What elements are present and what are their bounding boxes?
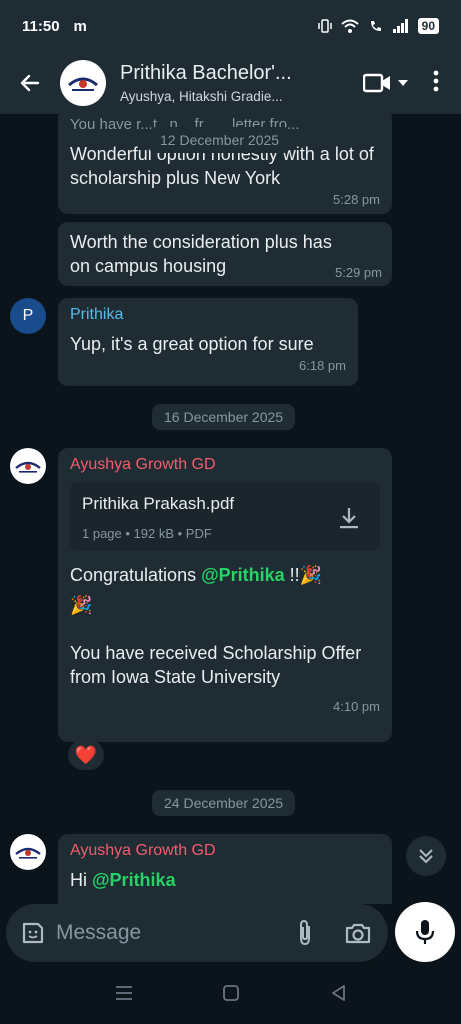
message-reaction[interactable]: ❤️ <box>68 740 104 770</box>
carrier-indicator: m <box>73 17 87 35</box>
group-avatar[interactable] <box>60 60 106 106</box>
back-arrow-icon <box>20 74 40 92</box>
sticker-icon <box>22 922 44 944</box>
system-back-button[interactable] <box>329 983 347 1008</box>
message-text: Hi @Prithika <box>70 868 380 892</box>
message-input-pill[interactable] <box>6 904 388 962</box>
back-button[interactable] <box>0 71 60 95</box>
status-bar: 11:50 m 90 <box>0 0 461 52</box>
dropdown-icon <box>398 80 408 86</box>
sender-avatar[interactable]: P <box>10 298 46 334</box>
sender-avatar[interactable] <box>10 448 46 484</box>
home-icon <box>223 984 240 1001</box>
mention-link[interactable]: @Prithika <box>201 565 285 585</box>
message-text-body: You have received Scholarship Offer from… <box>70 643 362 687</box>
wifi-calling-icon <box>370 21 381 31</box>
group-title: Prithika Bachelor'... <box>120 62 292 84</box>
message-time: 5:29 pm <box>335 265 382 280</box>
document-name: Prithika Prakash.pdf <box>82 494 235 513</box>
sender-logo-icon <box>15 461 41 473</box>
video-call-button[interactable] <box>347 73 425 93</box>
video-call-icon <box>363 73 390 93</box>
attach-icon <box>300 919 310 946</box>
voice-message-button[interactable] <box>395 902 455 962</box>
download-icon <box>340 507 358 528</box>
mic-icon <box>415 920 435 944</box>
header-text[interactable]: Prithika Bachelor'... Ayushya, Hitakshi … <box>120 62 347 104</box>
more-options-icon <box>433 70 439 91</box>
sender-name[interactable]: Ayushya Growth GD <box>70 456 380 474</box>
message-text-prefix: Congratulations <box>70 565 202 585</box>
camera-button[interactable] <box>344 921 372 945</box>
date-divider: 24 December 2025 <box>152 790 296 816</box>
group-members: Ayushya, Hitakshi Gradie... <box>120 89 283 104</box>
message-text-suffix: !!🎉 <box>284 565 323 585</box>
camera-icon <box>345 923 371 944</box>
message-text-prefix: Hi <box>70 870 92 890</box>
message-text: Worth the consideration plus has on camp… <box>70 232 332 276</box>
document-meta: 1 page • 192 kB • PDF <box>82 526 212 541</box>
chat-header: Prithika Bachelor'... Ayushya, Hitakshi … <box>0 52 461 114</box>
message-text: Yup, it's a great option for sure <box>70 334 314 354</box>
scroll-to-bottom-button[interactable] <box>406 836 446 876</box>
message-bubble[interactable]: Worth the consideration plus has on camp… <box>58 222 392 286</box>
message-text: Congratulations @Prithika !!🎉 <box>70 563 380 587</box>
document-attachment[interactable]: Prithika Prakash.pdf 1 page • 192 kB • P… <box>70 482 380 551</box>
group-logo-icon <box>68 77 98 91</box>
sticker-button[interactable] <box>20 920 46 946</box>
recents-icon <box>115 985 132 1000</box>
message-time: 4:10 pm <box>333 699 380 714</box>
wifi-icon <box>340 19 359 33</box>
date-divider: 16 December 2025 <box>152 404 296 430</box>
attach-button[interactable] <box>294 919 316 947</box>
recents-button[interactable] <box>114 984 134 1007</box>
download-button[interactable] <box>338 494 368 541</box>
message-bubble[interactable]: Ayushya Growth GD Hi @Prithika <box>58 834 392 904</box>
message-time: 5:28 pm <box>333 192 380 207</box>
message-bubble[interactable]: Prithika Yup, it's a great option for su… <box>58 298 358 386</box>
home-button[interactable] <box>221 983 241 1008</box>
scroll-down-icon <box>419 849 433 864</box>
mention-link[interactable]: @Prithika <box>92 870 176 890</box>
composer <box>0 902 461 964</box>
sender-name[interactable]: Prithika <box>70 306 346 324</box>
status-time: 11:50 <box>22 17 60 35</box>
party-emoji: 🎉 <box>70 595 93 615</box>
chat-area[interactable]: You have r...t...n... fr... ...letter fr… <box>0 114 461 904</box>
message-bubble[interactable]: Ayushya Growth GD Prithika Prakash.pdf 1… <box>58 448 392 742</box>
message-input[interactable] <box>56 921 266 945</box>
message-time: 6:18 pm <box>299 358 346 373</box>
system-nav-bar <box>0 966 461 1024</box>
sender-logo-icon <box>15 847 41 859</box>
signal-icon <box>392 19 408 33</box>
battery-indicator: 90 <box>417 18 439 34</box>
status-icons: 90 <box>317 18 439 34</box>
date-divider: 12 December 2025 <box>148 127 292 153</box>
sender-name[interactable]: Ayushya Growth GD <box>70 842 380 860</box>
more-options-button[interactable] <box>425 70 461 97</box>
sender-avatar[interactable] <box>10 834 46 870</box>
vibrate-icon <box>317 19 332 33</box>
system-back-icon <box>332 984 346 1001</box>
